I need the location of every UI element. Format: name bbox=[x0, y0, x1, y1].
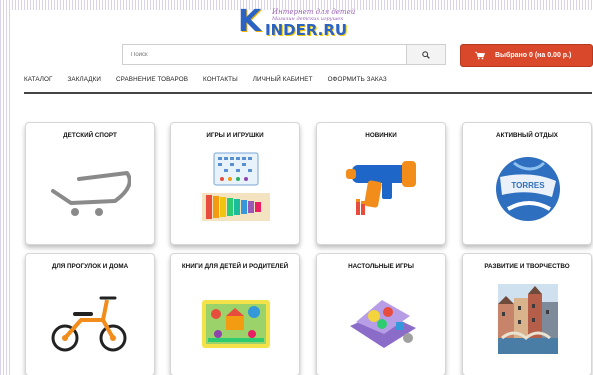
category-card-active-rest[interactable]: АКТИВНЫЙ ОТДЫХ TORRES bbox=[462, 122, 592, 245]
logo-text: INDER.RU bbox=[265, 21, 348, 39]
nav-item-bookmarks[interactable]: ЗАКЛАДКИ bbox=[68, 76, 101, 90]
category-card-games-toys[interactable]: ИГРЫ И ИГРУШКИ bbox=[170, 122, 300, 245]
category-title: АКТИВНЫЙ ОТДЫХ bbox=[496, 132, 558, 139]
logo-letter: K bbox=[238, 4, 261, 39]
category-card-new[interactable]: НОВИНКИ bbox=[316, 122, 446, 245]
nav-item-contacts[interactable]: КОНТАКТЫ bbox=[203, 76, 238, 90]
search-input[interactable] bbox=[123, 45, 408, 64]
balance-bike-image bbox=[51, 296, 127, 352]
toy-blaster-image bbox=[346, 161, 416, 215]
nav-item-catalog[interactable]: КАТАЛОГ bbox=[24, 76, 53, 90]
category-title: НОВИНКИ bbox=[365, 132, 397, 139]
logo-tagline: Интернет для детей bbox=[272, 8, 356, 16]
nav-item-checkout[interactable]: ОФОРМИТЬ ЗАКАЗ bbox=[328, 76, 387, 90]
search-bar bbox=[122, 44, 446, 65]
category-title: ДЛЯ ПРОГУЛОК И ДОМА bbox=[51, 263, 129, 270]
category-title: РАЗВИТИЕ И ТВОРЧЕСТВО bbox=[484, 263, 570, 270]
category-title: ДЕТСКИЙ СПОРТ bbox=[63, 132, 117, 139]
cart-placeholder-image bbox=[51, 171, 131, 216]
nav-item-account[interactable]: ЛИЧНЫЙ КАБИНЕТ bbox=[253, 76, 313, 90]
cart-icon bbox=[475, 51, 485, 60]
category-title: ИГРЫ И ИГРУШКИ bbox=[206, 132, 264, 139]
nav-divider bbox=[24, 92, 592, 94]
category-title: НАСТОЛЬНЫЕ ИГРЫ bbox=[348, 263, 414, 270]
cart-summary: Выбрано 0 (на 0.00 р.) bbox=[495, 52, 572, 59]
paint-by-numbers-image bbox=[498, 284, 558, 354]
kids-book-image bbox=[202, 300, 270, 348]
category-card-kids-sport[interactable]: ДЕТСКИЙ СПОРТ bbox=[25, 122, 155, 245]
search-icon bbox=[422, 50, 430, 59]
category-card-books[interactable]: КНИГИ ДЛЯ ДЕТЕЙ И РОДИТЕЛЕЙ bbox=[170, 253, 300, 375]
ball-brand-text: TORRES bbox=[511, 181, 545, 190]
category-card-development[interactable]: РАЗВИТИЕ И ТВОРЧЕСТВО bbox=[462, 253, 592, 375]
main-nav: КАТАЛОГ ЗАКЛАДКИ СРАВНЕНИЕ ТОВАРОВ КОНТА… bbox=[24, 76, 592, 90]
xylophone-image bbox=[202, 152, 270, 221]
search-button[interactable] bbox=[406, 45, 445, 64]
category-title: КНИГИ ДЛЯ ДЕТЕЙ И РОДИТЕЛЕЙ bbox=[181, 263, 289, 270]
site-logo[interactable]: K Интернет для детей Магазин детских игр… bbox=[238, 4, 366, 40]
soccer-ball-image: TORRES bbox=[496, 157, 560, 221]
cart-button[interactable]: Выбрано 0 (на 0.00 р.) bbox=[460, 44, 593, 67]
category-card-walks-home[interactable]: ДЛЯ ПРОГУЛОК И ДОМА bbox=[25, 253, 155, 375]
category-card-board-games[interactable]: НАСТОЛЬНЫЕ ИГРЫ bbox=[316, 253, 446, 375]
left-decor-stripes bbox=[0, 0, 10, 375]
nav-item-compare[interactable]: СРАВНЕНИЕ ТОВАРОВ bbox=[116, 76, 188, 90]
board-game-image bbox=[350, 300, 416, 348]
